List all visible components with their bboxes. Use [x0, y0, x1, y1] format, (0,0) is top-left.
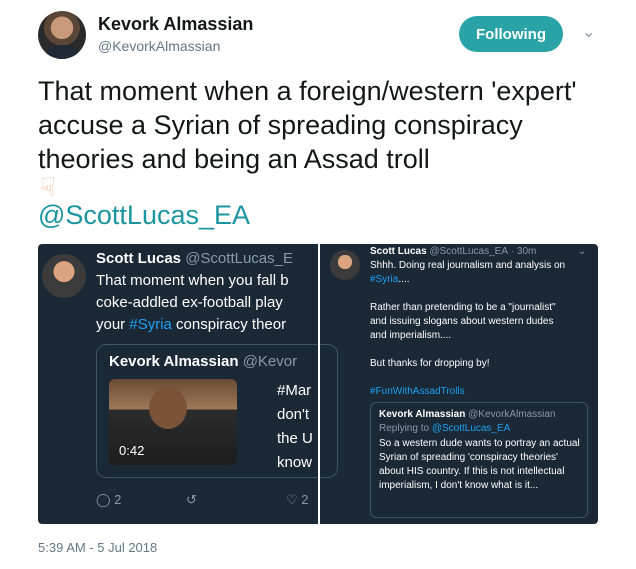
right-author: Scott Lucas @ScottLucas_EA · 30m: [370, 246, 537, 257]
mention-link[interactable]: @ScottLucas_EA: [38, 200, 250, 231]
right-line: Shhh. Doing real journalism and analysis…: [370, 260, 566, 271]
tweet-media-image[interactable]: Scott Lucas @ScottLucas_E That moment wh…: [38, 244, 598, 524]
author-avatar[interactable]: [38, 11, 86, 59]
right-line: Rather than pretending to be a "journali…: [370, 302, 556, 313]
retweet-icon: ↺: [186, 492, 197, 507]
pointing-down-icon: ☟: [40, 172, 56, 202]
scott-avatar-small: [330, 250, 360, 280]
quote-text: #Mar don't the U know: [277, 382, 313, 471]
right-quoted-tweet: Kevork Almassian @KevorkAlmassian Replyi…: [370, 402, 588, 518]
video-thumbnail: 0:42: [109, 379, 237, 465]
following-button[interactable]: Following: [459, 16, 563, 52]
panel-divider: [318, 244, 320, 524]
right-line: and imperialism....: [370, 330, 452, 341]
reply-icon: ◯ 2: [96, 492, 122, 507]
left-author: Scott Lucas @ScottLucas_E: [96, 250, 293, 267]
right-line: and issuing slogans about western dudes: [370, 316, 554, 327]
tweet-text: That moment when a foreign/western 'expe…: [38, 76, 577, 174]
author-handle[interactable]: @KevorkAlmassian: [98, 38, 220, 54]
tweet-timestamp[interactable]: 5:39 AM - 5 Jul 2018: [38, 540, 157, 555]
right-line: #FunWithAssadTrolls: [370, 386, 465, 397]
like-icon: ♡ 2: [286, 492, 309, 507]
left-tweet-body: That moment when you fall b coke-addled …: [96, 272, 289, 333]
author-display-name[interactable]: Kevork Almassian: [98, 14, 253, 35]
video-duration: 0:42: [119, 443, 145, 458]
chevron-down-icon: ⌄: [578, 246, 587, 257]
left-quoted-tweet: Kevork Almassian @Kevor 0:42 #Mar don't …: [96, 344, 338, 478]
scott-avatar: [42, 254, 86, 298]
chevron-down-icon[interactable]: ⌄: [582, 22, 595, 42]
right-line: But thanks for dropping by!: [370, 358, 490, 369]
left-actions: ◯ 2 ↺ ♡ 2: [96, 492, 318, 512]
right-line: #Syria....: [370, 274, 410, 285]
